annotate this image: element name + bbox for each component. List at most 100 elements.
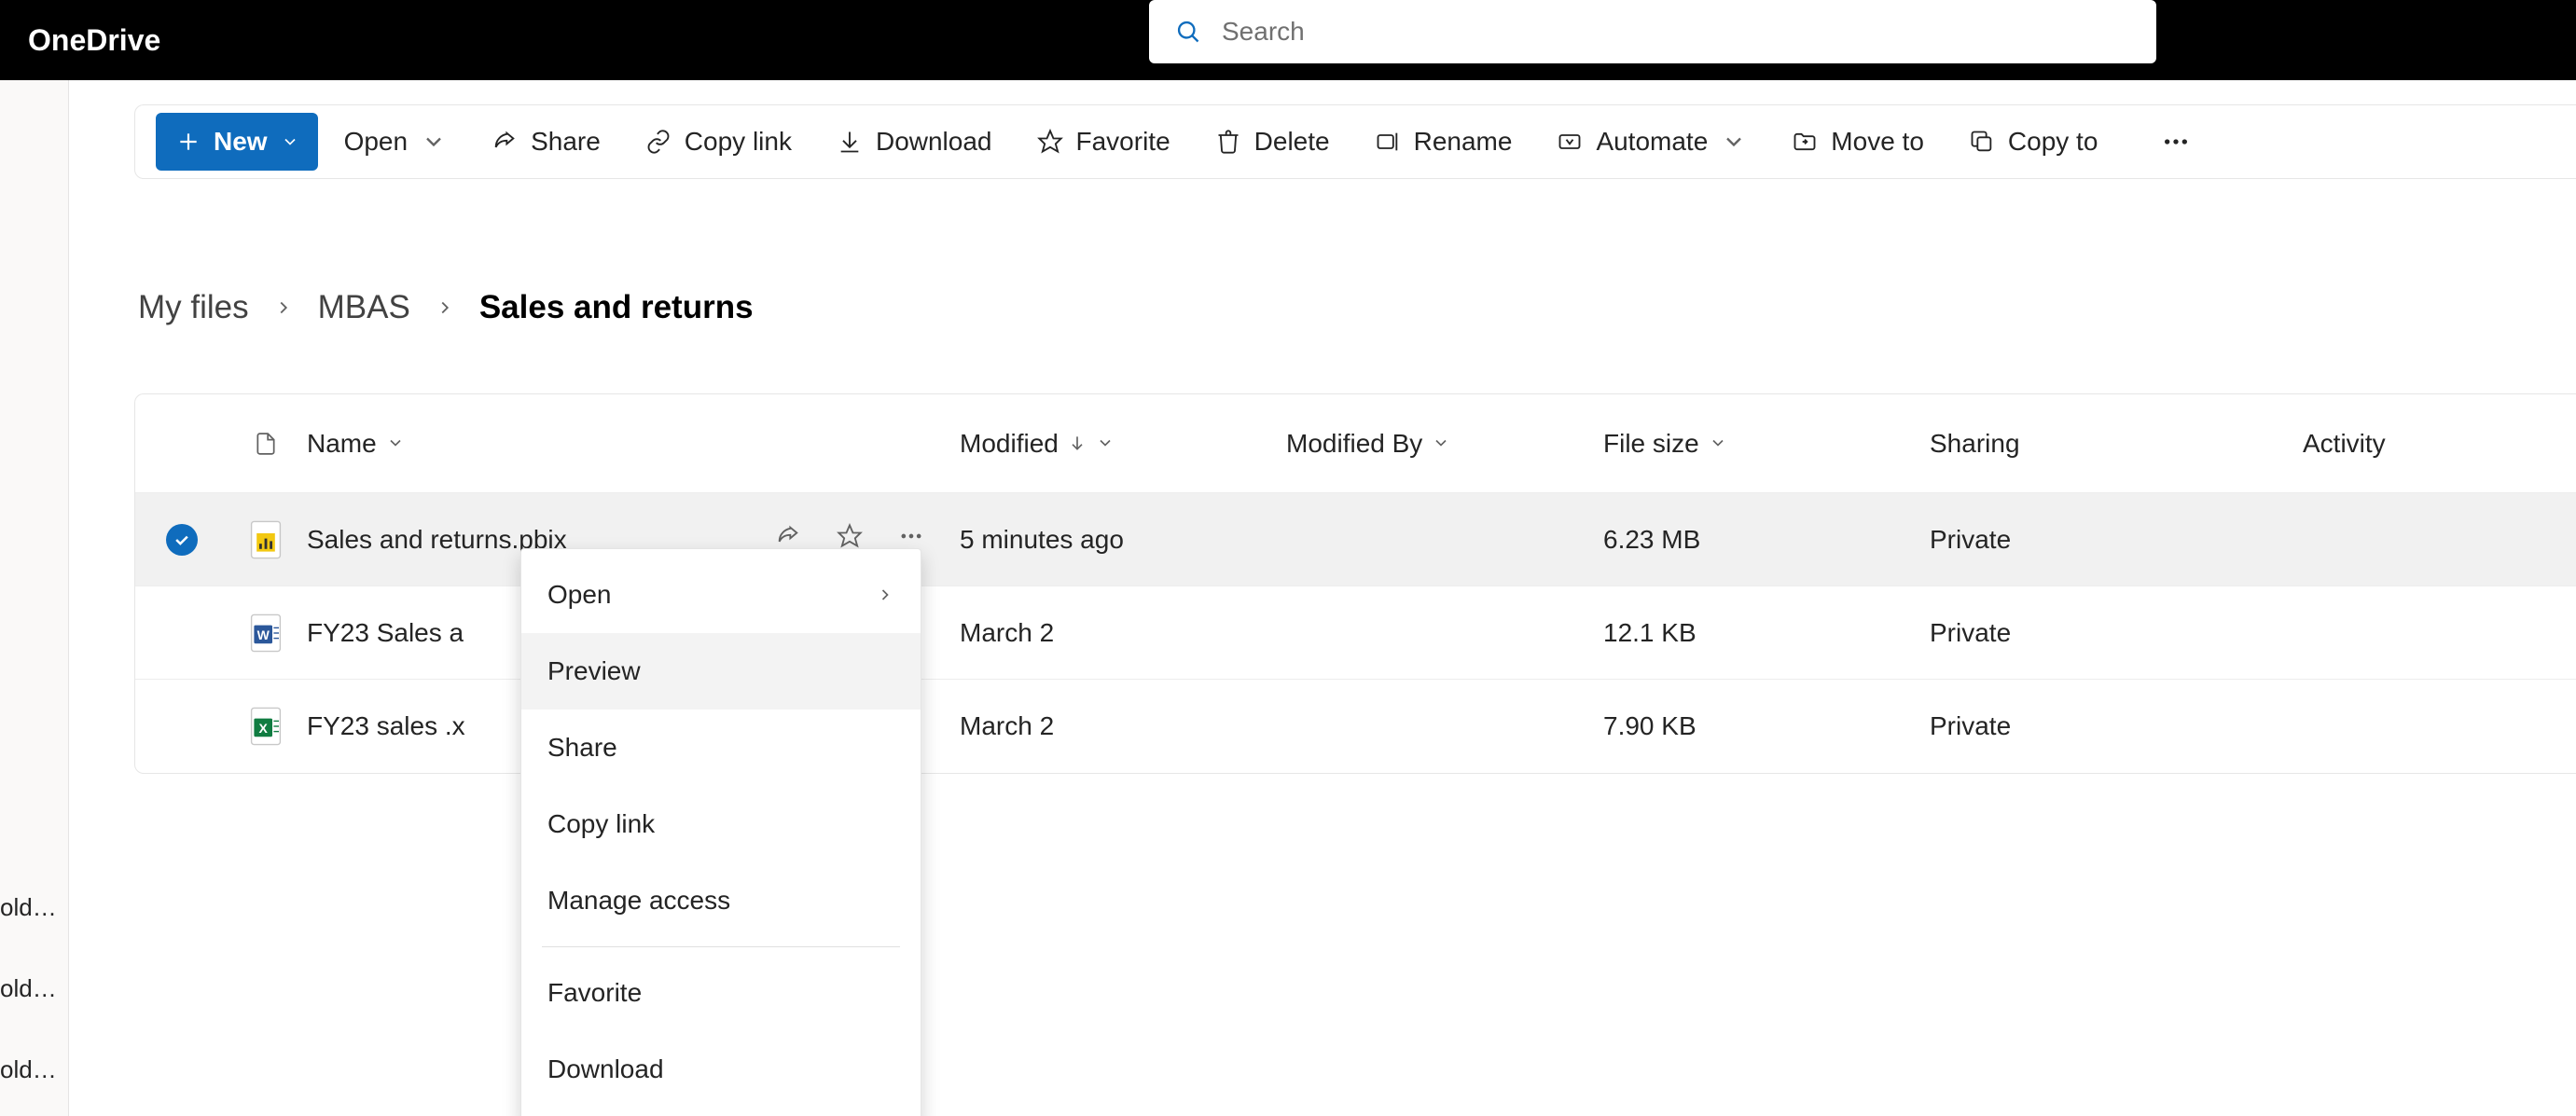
move-to-button[interactable]: Move to	[1773, 113, 1943, 171]
open-button[interactable]: Open	[325, 113, 466, 171]
move-to-label: Move to	[1831, 127, 1924, 157]
automate-button[interactable]: Automate	[1538, 113, 1766, 171]
excel-file-icon: X	[250, 707, 282, 746]
download-label: Download	[876, 127, 992, 157]
context-share[interactable]: Share	[521, 710, 921, 786]
context-open[interactable]: Open	[521, 557, 921, 633]
more-commands-button[interactable]	[2142, 113, 2209, 171]
context-preview[interactable]: Preview	[521, 633, 921, 710]
copy-to-icon	[1969, 129, 1995, 155]
plus-icon	[176, 130, 201, 154]
pbix-file-icon	[250, 520, 282, 559]
new-button[interactable]: New	[156, 113, 318, 171]
link-icon	[645, 129, 672, 155]
file-size: 6.23 MB	[1603, 525, 1700, 555]
file-sharing: Private	[1930, 711, 2011, 741]
file-modified: 5 minutes ago	[960, 525, 1124, 555]
context-copy-link[interactable]: Copy link	[521, 786, 921, 862]
table-row[interactable]: X FY23 sales .x March 2 7.90 KB Private	[135, 680, 2576, 773]
delete-label: Delete	[1254, 127, 1330, 157]
file-sharing: Private	[1930, 618, 2011, 648]
trash-icon	[1215, 129, 1241, 155]
chevron-right-icon	[273, 289, 294, 326]
table-header-row: Name Modified Modified By File size Shar…	[135, 394, 2576, 493]
rename-button[interactable]: Rename	[1356, 113, 1531, 171]
download-button[interactable]: Download	[818, 113, 1011, 171]
search-box[interactable]	[1149, 0, 2156, 63]
star-icon	[1037, 129, 1063, 155]
copy-link-button[interactable]: Copy link	[627, 113, 810, 171]
context-divider	[542, 946, 900, 947]
share-icon	[492, 129, 518, 155]
context-preview-label: Preview	[547, 656, 641, 686]
copy-to-button[interactable]: Copy to	[1950, 113, 2117, 171]
column-name[interactable]: Name	[303, 429, 956, 459]
chevron-down-icon	[386, 429, 405, 459]
delete-button[interactable]: Delete	[1197, 113, 1349, 171]
row-checkbox[interactable]	[166, 524, 198, 556]
column-modified-by-label: Modified By	[1286, 429, 1422, 459]
word-file-icon: W	[250, 613, 282, 653]
rail-item[interactable]: old…	[0, 893, 69, 922]
breadcrumb-mbas[interactable]: MBAS	[318, 289, 410, 326]
new-label: New	[214, 127, 268, 157]
file-table: Name Modified Modified By File size Shar…	[134, 393, 2576, 774]
search-input[interactable]	[1220, 16, 2130, 48]
file-size: 7.90 KB	[1603, 711, 1697, 741]
automate-icon	[1557, 129, 1583, 155]
automate-label: Automate	[1596, 127, 1708, 157]
column-sharing-label: Sharing	[1930, 429, 2020, 459]
share-label: Share	[531, 127, 601, 157]
move-to-icon	[1792, 129, 1818, 155]
breadcrumb-my-files[interactable]: My files	[138, 289, 249, 326]
rail-item[interactable]: old…	[0, 974, 69, 1003]
context-download[interactable]: Download	[521, 1031, 921, 1108]
left-rail: old… old… old…	[0, 80, 69, 1116]
app-title: OneDrive	[0, 23, 160, 58]
copy-to-label: Copy to	[2008, 127, 2098, 157]
column-name-label: Name	[307, 429, 377, 459]
breadcrumb: My files MBAS Sales and returns	[138, 289, 754, 326]
check-icon	[173, 530, 191, 549]
context-manage-access[interactable]: Manage access	[521, 862, 921, 939]
arrow-down-icon	[1068, 429, 1087, 459]
column-modified[interactable]: Modified	[956, 429, 1282, 459]
column-file-size-label: File size	[1603, 429, 1699, 459]
file-name: FY23 Sales a	[307, 618, 464, 648]
file-modified: March 2	[960, 711, 1054, 741]
context-favorite[interactable]: Favorite	[521, 955, 921, 1031]
context-download-label: Download	[547, 1054, 664, 1084]
column-activity[interactable]: Activity	[2299, 429, 2541, 459]
column-modified-label: Modified	[960, 429, 1059, 459]
rail-item[interactable]: old…	[0, 1055, 69, 1084]
search-icon	[1175, 19, 1201, 45]
context-favorite-label: Favorite	[547, 978, 642, 1008]
app-header: OneDrive	[0, 0, 2576, 80]
table-row[interactable]: W FY23 Sales a March 2 12.1 KB Private	[135, 586, 2576, 680]
chevron-right-icon	[876, 586, 894, 604]
column-file-type[interactable]	[229, 429, 303, 459]
share-button[interactable]: Share	[473, 113, 619, 171]
chevron-down-icon	[1721, 129, 1747, 155]
column-file-size[interactable]: File size	[1600, 429, 1926, 459]
context-open-label: Open	[547, 580, 612, 610]
context-share-label: Share	[547, 733, 617, 763]
context-manage-access-label: Manage access	[547, 886, 730, 916]
context-copy-link-label: Copy link	[547, 809, 655, 839]
svg-text:W: W	[257, 627, 270, 642]
open-label: Open	[344, 127, 409, 157]
column-sharing[interactable]: Sharing	[1926, 429, 2299, 459]
download-icon	[837, 129, 863, 155]
table-row[interactable]: Sales and returns.pbix 5 minutes ago 6.2…	[135, 493, 2576, 586]
favorite-button[interactable]: Favorite	[1018, 113, 1189, 171]
rename-label: Rename	[1414, 127, 1513, 157]
chevron-down-icon	[1432, 429, 1450, 459]
chevron-down-icon	[1096, 429, 1115, 459]
chevron-right-icon	[435, 289, 455, 326]
copy-link-label: Copy link	[685, 127, 792, 157]
column-modified-by[interactable]: Modified By	[1282, 429, 1600, 459]
file-name: FY23 sales .x	[307, 711, 465, 741]
chevron-down-icon	[421, 129, 447, 155]
file-sharing: Private	[1930, 525, 2011, 555]
chevron-down-icon	[1709, 429, 1727, 459]
